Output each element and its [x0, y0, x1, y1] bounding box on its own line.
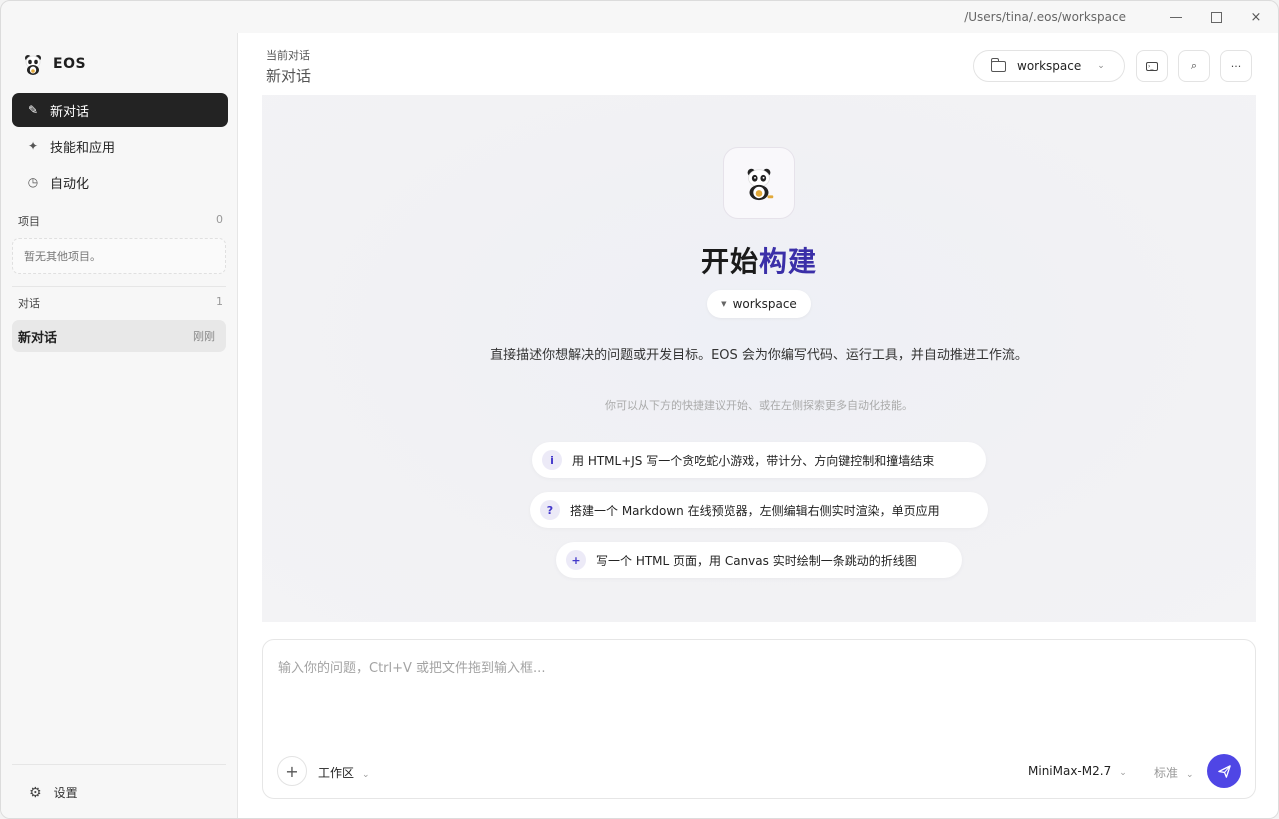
question-icon: ? — [540, 500, 560, 520]
page-title: 新对话 — [266, 67, 312, 85]
conversations-count: 1 — [216, 295, 223, 308]
projects-header: 项目 0 — [18, 213, 223, 229]
welcome-hero: 开始构建 ▼ workspace 直接描述你想解决的问题或开发目标。EOS 会为… — [262, 95, 1256, 622]
main-panel: 当前对话 新对话 workspace ⌄ ›_ ⌕ ··· 开始构建 ▼ wor… — [238, 33, 1278, 818]
projects-empty: 暂无其他项目。 — [12, 238, 226, 274]
search-button[interactable]: ⌕ — [1178, 50, 1210, 82]
close-icon: × — [1250, 9, 1262, 25]
clock-icon: ◷ — [27, 175, 39, 189]
title-bar: /Users/tina/.eos/workspace × — [1, 1, 1278, 33]
sparkle-icon: ✦ — [27, 139, 39, 153]
app-window: /Users/tina/.eos/workspace × EOS ✎ 新对话 ✦… — [0, 0, 1279, 819]
panda-mascot-icon — [747, 168, 774, 201]
attach-button[interactable]: + — [277, 756, 307, 786]
conversation-time: 刚刚 — [193, 330, 215, 343]
hero-title-part1: 开始 — [700, 245, 759, 278]
sidebar-item-new-chat[interactable]: ✎ 新对话 — [12, 93, 228, 127]
projects-title: 项目 — [18, 215, 40, 228]
plus-icon: + — [566, 550, 586, 570]
search-icon: ⌕ — [1190, 59, 1198, 72]
hero-workspace-chip[interactable]: ▼ workspace — [707, 290, 811, 318]
message-composer[interactable]: 输入你的问题，Ctrl+V 或把文件拖到输入框... + 工作区 ⌄ MiniMa… — [262, 639, 1256, 799]
mode-label: 标准 — [1154, 766, 1179, 780]
plus-icon: + — [285, 761, 299, 781]
pencil-icon: ✎ — [27, 103, 39, 117]
hero-title-part2: 构建 — [759, 245, 818, 278]
suggestion-item[interactable]: i 用 HTML+JS 写一个贪吃蛇小游戏，带计分、方向键控制和撞墙结束 — [532, 442, 986, 478]
workspace-label: workspace — [1017, 59, 1082, 73]
brand: EOS — [23, 53, 86, 75]
triangle-down-icon: ▼ — [721, 300, 727, 308]
suggestion-text: 写一个 HTML 页面，用 Canvas 实时绘制一条跳动的折线图 — [596, 553, 917, 568]
sidebar: EOS ✎ 新对话 ✦ 技能和应用 ◷ 自动化 项目 0 暂无其他项目。 对话 … — [1, 33, 238, 818]
panda-logo-icon — [25, 55, 41, 75]
chevron-down-icon: ⌄ — [362, 770, 370, 780]
send-button[interactable] — [1207, 754, 1241, 788]
divider — [12, 286, 226, 287]
sidebar-item-skills[interactable]: ✦ 技能和应用 — [12, 129, 228, 163]
chevron-down-icon: ⌄ — [1186, 770, 1194, 780]
mode-selector[interactable]: 标准 ⌄ — [1154, 764, 1194, 781]
maximize-icon — [1210, 11, 1222, 23]
sidebar-item-label: 新对话 — [50, 104, 90, 120]
sidebar-item-label: 技能和应用 — [50, 140, 116, 156]
workarea-label: 工作区 — [318, 766, 355, 780]
conversations-title: 对话 — [18, 297, 40, 310]
gear-icon: ⚙ — [29, 784, 42, 801]
settings-button[interactable]: ⚙ 设置 — [29, 784, 78, 801]
conversations-header: 对话 1 — [18, 295, 223, 311]
brand-name: EOS — [53, 56, 87, 72]
info-icon: i — [542, 450, 562, 470]
window-path: /Users/tina/.eos/workspace — [964, 10, 1126, 24]
avatar — [723, 147, 795, 219]
suggestion-text: 搭建一个 Markdown 在线预览器，左侧编辑右侧实时渲染，单页应用 — [570, 503, 940, 518]
model-label: MiniMax-M2.7 — [1028, 764, 1112, 778]
workarea-selector[interactable]: 工作区 ⌄ — [318, 764, 370, 781]
suggestion-text: 用 HTML+JS 写一个贪吃蛇小游戏，带计分、方向键控制和撞墙结束 — [572, 453, 935, 468]
minimize-icon — [1170, 16, 1182, 18]
hero-description: 直接描述你想解决的问题或开发目标。EOS 会为你编写代码、运行工具，并自动推进工… — [490, 348, 1028, 363]
hero-workspace-label: workspace — [732, 297, 797, 311]
conversation-title: 新对话 — [18, 330, 58, 346]
chevron-down-icon: ⌄ — [1097, 61, 1105, 71]
maximize-button[interactable] — [1196, 1, 1236, 33]
hero-hint: 你可以从下方的快捷建议开始、或在左侧探索更多自动化技能。 — [605, 399, 913, 412]
header-subtitle: 当前对话 — [266, 49, 310, 62]
chevron-down-icon: ⌄ — [1119, 768, 1127, 778]
projects-count: 0 — [216, 213, 223, 226]
settings-label: 设置 — [53, 786, 78, 800]
suggestion-item[interactable]: ? 搭建一个 Markdown 在线预览器，左侧编辑右侧实时渲染，单页应用 — [530, 492, 988, 528]
more-button[interactable]: ··· — [1220, 50, 1252, 82]
close-window-button[interactable]: × — [1236, 1, 1276, 33]
model-selector[interactable]: MiniMax-M2.7 ⌄ — [1028, 764, 1127, 778]
message-input[interactable]: 输入你的问题，Ctrl+V 或把文件拖到输入框... — [278, 657, 545, 676]
suggestion-item[interactable]: + 写一个 HTML 页面，用 Canvas 实时绘制一条跳动的折线图 — [556, 542, 962, 578]
terminal-button[interactable]: ›_ — [1136, 50, 1168, 82]
terminal-icon: ›_ — [1146, 61, 1158, 71]
sidebar-nav: ✎ 新对话 ✦ 技能和应用 ◷ 自动化 — [12, 93, 228, 201]
workspace-selector[interactable]: workspace ⌄ — [973, 50, 1125, 82]
sidebar-item-automation[interactable]: ◷ 自动化 — [12, 165, 228, 199]
hero-title: 开始构建 — [262, 240, 1256, 280]
minimize-button[interactable] — [1156, 1, 1196, 33]
conversation-item[interactable]: 新对话 刚刚 — [12, 320, 226, 352]
folder-icon — [991, 57, 1006, 72]
more-icon: ··· — [1230, 59, 1242, 73]
divider — [12, 764, 226, 765]
sidebar-item-label: 自动化 — [50, 176, 90, 192]
send-icon — [1217, 764, 1231, 778]
